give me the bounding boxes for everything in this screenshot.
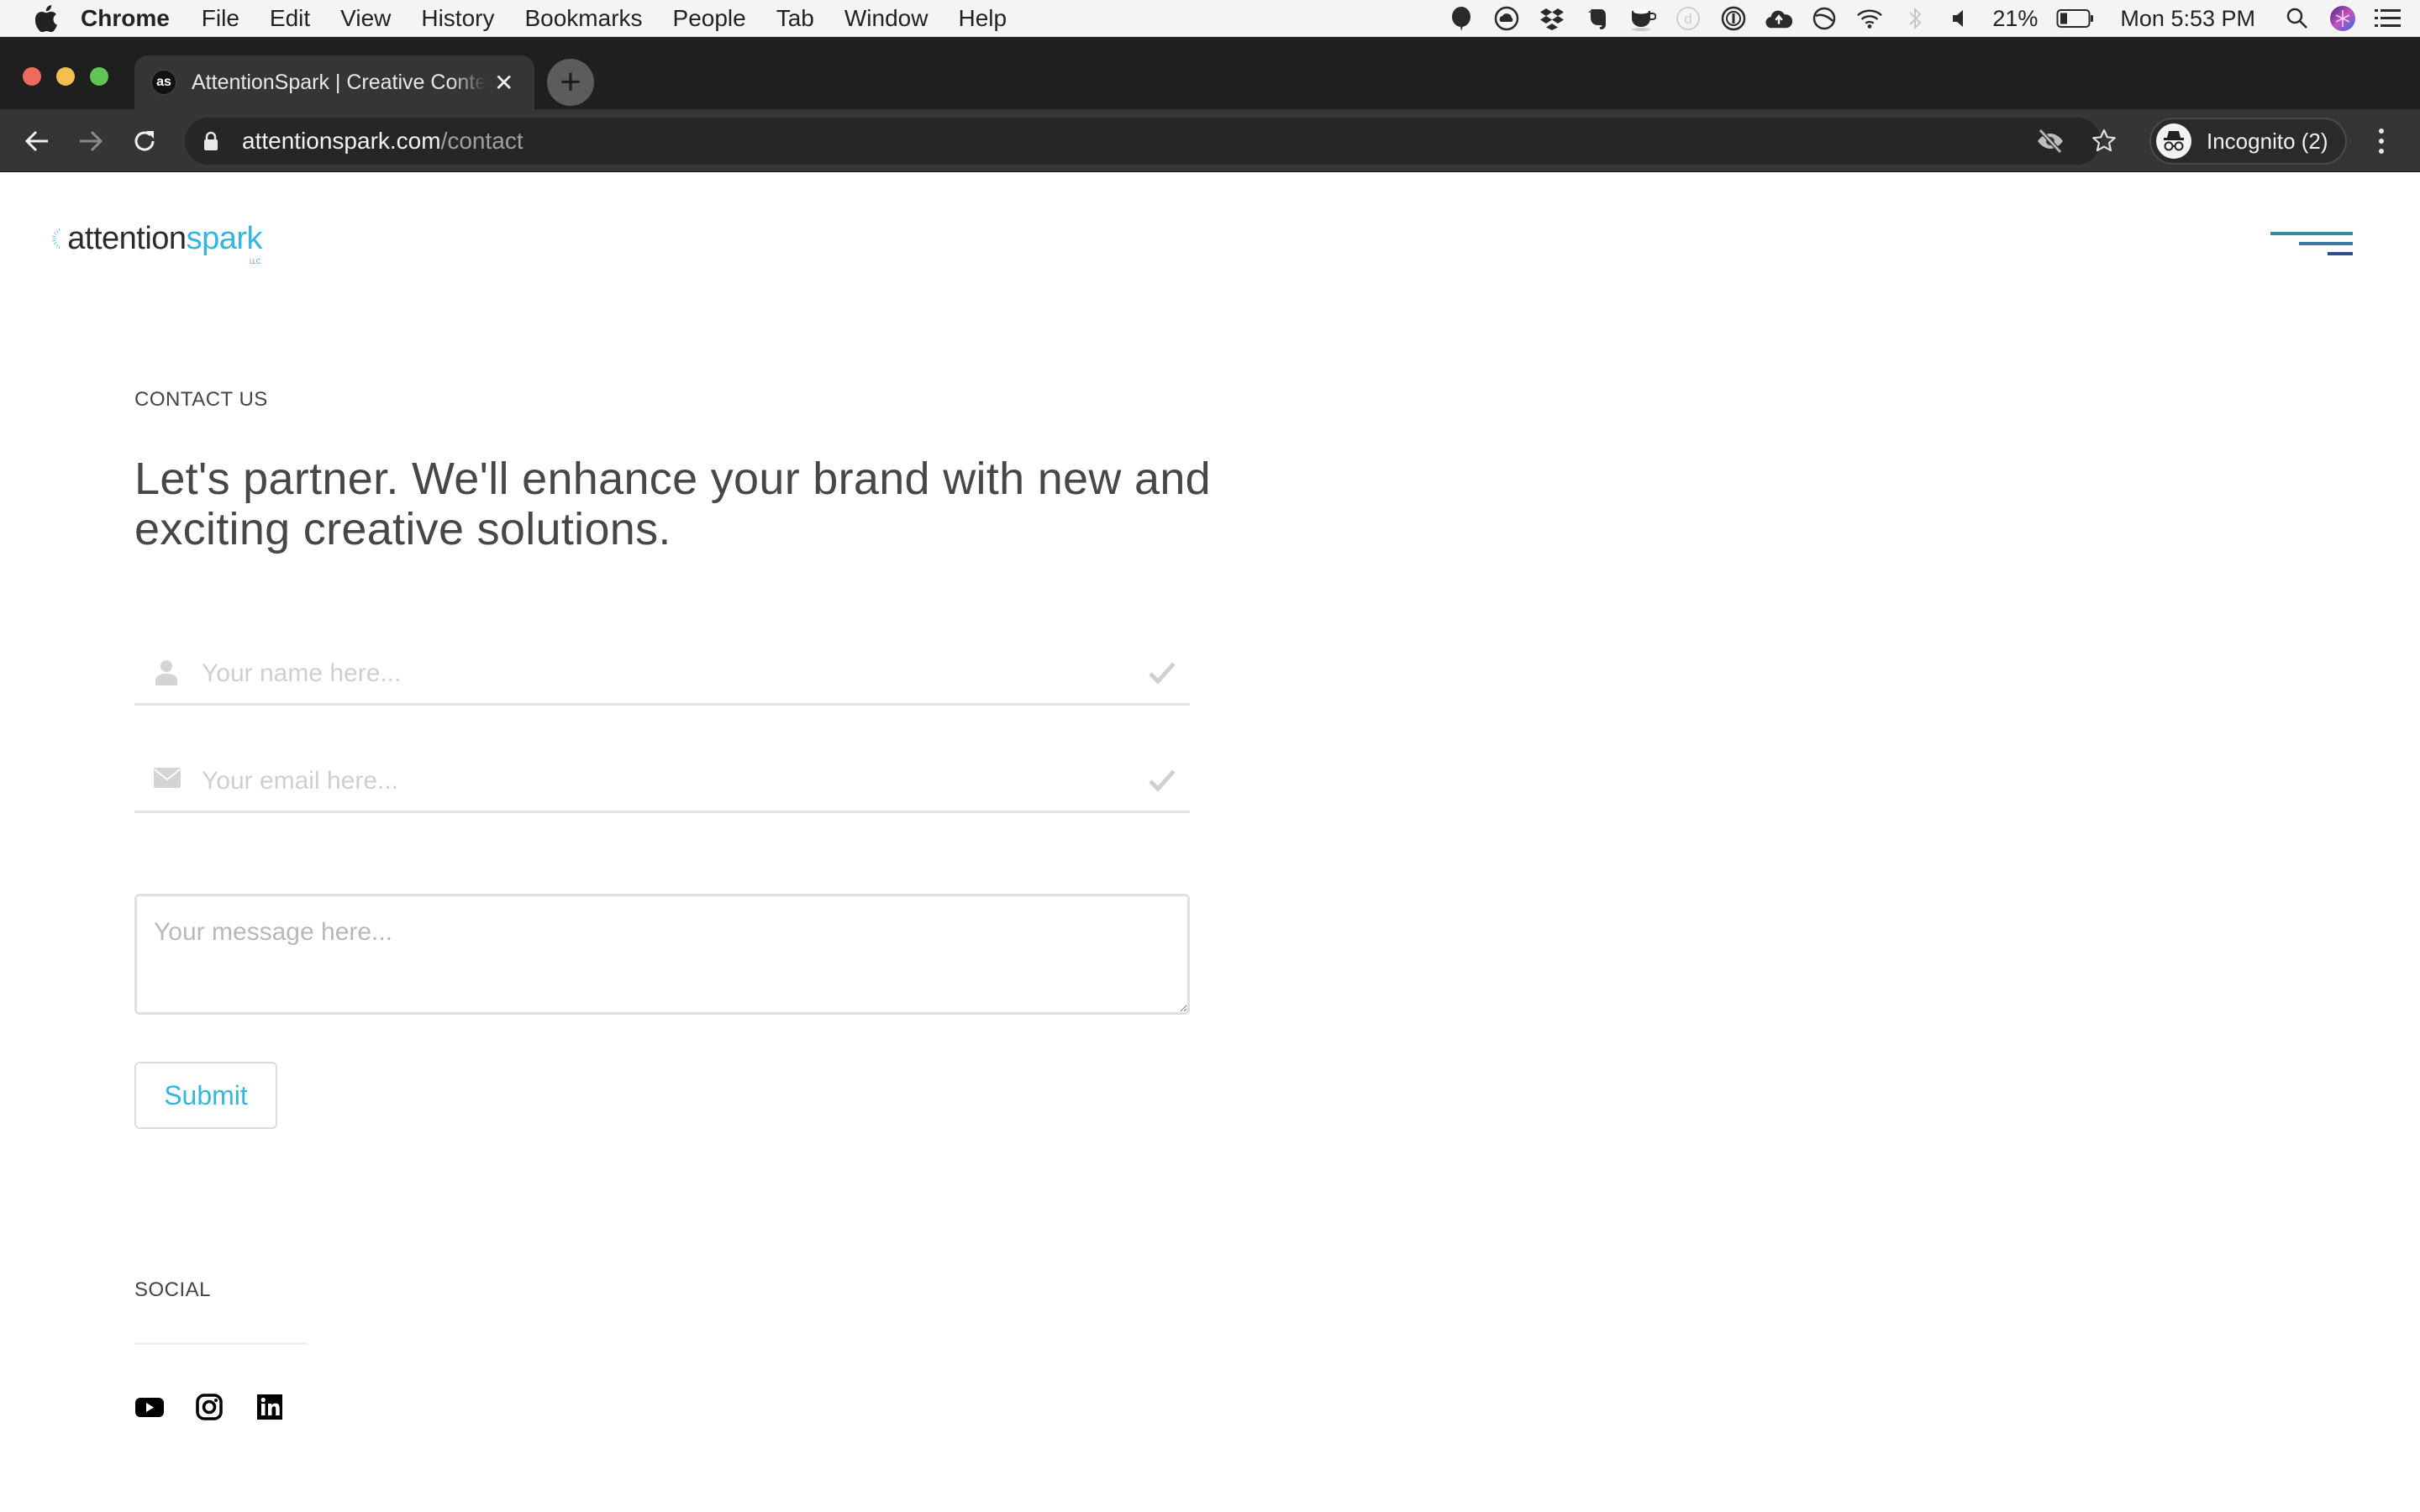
menu-help[interactable]: Help — [958, 5, 1007, 32]
tab-favicon: as — [151, 70, 176, 95]
bookmark-star-icon[interactable] — [2087, 124, 2121, 158]
menu-people[interactable]: People — [673, 5, 746, 32]
battery-percent: 21% — [1992, 5, 2039, 31]
new-tab-button[interactable]: + — [547, 59, 594, 106]
speech-bubble-icon[interactable] — [1448, 5, 1475, 32]
logo-word-spark: spark — [186, 220, 263, 256]
svg-text:d: d — [1685, 11, 1692, 27]
tab-title: AttentionSpark | Creative Content — [192, 70, 486, 94]
tab-close-icon[interactable]: ✕ — [494, 69, 513, 97]
name-valid-check-icon — [1148, 660, 1176, 685]
back-button[interactable] — [22, 126, 52, 156]
evernote-icon[interactable] — [1584, 5, 1611, 32]
url-path: /contact — [440, 128, 523, 154]
hamburger-menu-button[interactable] — [2269, 223, 2353, 257]
volume-icon[interactable] — [1947, 5, 1974, 32]
linkedin-icon[interactable] — [255, 1393, 284, 1421]
macos-menu-bar: Chrome File Edit View History Bookmarks … — [0, 0, 2420, 37]
submit-button[interactable]: Submit — [134, 1062, 277, 1129]
name-input[interactable] — [202, 647, 1109, 701]
menu-file[interactable]: File — [202, 5, 239, 32]
window-zoom-button[interactable] — [90, 67, 108, 86]
1password-icon[interactable] — [1720, 5, 1747, 32]
logo-wordmark: attentionspark LLC — [67, 220, 263, 265]
window-minimize-button[interactable] — [56, 67, 75, 86]
menu-window[interactable]: Window — [844, 5, 929, 32]
youtube-icon[interactable] — [134, 1393, 164, 1421]
sync-circle-icon[interactable] — [1811, 5, 1838, 32]
social-links — [134, 1393, 284, 1421]
site-logo[interactable]: attentionspark LLC — [52, 200, 263, 277]
forward-button[interactable] — [76, 126, 106, 156]
siri-icon[interactable] — [2329, 5, 2356, 32]
name-field-wrapper — [134, 647, 1190, 706]
dropbox-icon[interactable] — [1539, 5, 1565, 32]
d-app-icon[interactable]: d — [1675, 5, 1702, 32]
cloud-app-icon[interactable] — [1493, 5, 1520, 32]
logo-llc: LLC — [249, 257, 261, 265]
menu-tab[interactable]: Tab — [776, 5, 814, 32]
spotlight-search-icon[interactable] — [2284, 5, 2311, 32]
menu-history[interactable]: History — [421, 5, 494, 32]
menu-view[interactable]: View — [340, 5, 391, 32]
incognito-icon — [2156, 123, 2191, 159]
message-textarea[interactable] — [134, 894, 1190, 1015]
wifi-icon[interactable] — [1856, 5, 1883, 32]
instagram-icon[interactable] — [195, 1393, 224, 1421]
tracking-blocked-eye-icon[interactable] — [2033, 124, 2067, 158]
email-input[interactable] — [202, 754, 1109, 808]
email-field-wrapper — [134, 754, 1190, 813]
reload-button[interactable] — [129, 126, 160, 156]
browser-tab-active[interactable]: as AttentionSpark | Creative Content ✕ — [134, 55, 534, 109]
incognito-profile-button[interactable]: Incognito (2) — [2149, 118, 2347, 165]
apple-menu-icon[interactable] — [34, 4, 59, 33]
menu-app-chrome[interactable]: Chrome — [81, 5, 170, 32]
user-icon — [153, 659, 180, 685]
clock[interactable]: Mon 5:53 PM — [2120, 6, 2255, 32]
envelope-icon — [153, 766, 181, 793]
notification-center-icon[interactable] — [2375, 5, 2402, 32]
social-heading: SOCIAL — [134, 1278, 212, 1301]
email-valid-check-icon — [1148, 768, 1176, 793]
section-eyebrow: CONTACT US — [134, 388, 268, 411]
battery-icon[interactable] — [2056, 5, 2095, 32]
window-close-button[interactable] — [23, 67, 41, 86]
status-area: d 21% Mon 5:53 PM — [1448, 0, 2402, 37]
incognito-label: Incognito (2) — [2207, 128, 2328, 154]
chrome-menu-icon[interactable] — [2373, 126, 2390, 156]
menu-bookmarks[interactable]: Bookmarks — [524, 5, 642, 32]
menu-edit[interactable]: Edit — [270, 5, 310, 32]
lock-icon[interactable] — [203, 130, 222, 152]
bluetooth-icon[interactable] — [1902, 5, 1928, 32]
cloud-upload-icon[interactable] — [1765, 5, 1793, 32]
coffee-cup-icon[interactable] — [1629, 5, 1657, 32]
spark-rays-icon — [52, 228, 60, 249]
page-headline: Let's partner. We'll enhance your brand … — [134, 454, 1211, 554]
web-page: attentionspark LLC CONTACT US Let's partn… — [0, 173, 2420, 1512]
url-host: attentionspark.com — [242, 128, 441, 154]
logo-word-attention: attention — [67, 220, 187, 256]
address-bar[interactable]: attentionspark.com/contact — [185, 118, 2101, 165]
social-divider — [134, 1342, 308, 1345]
